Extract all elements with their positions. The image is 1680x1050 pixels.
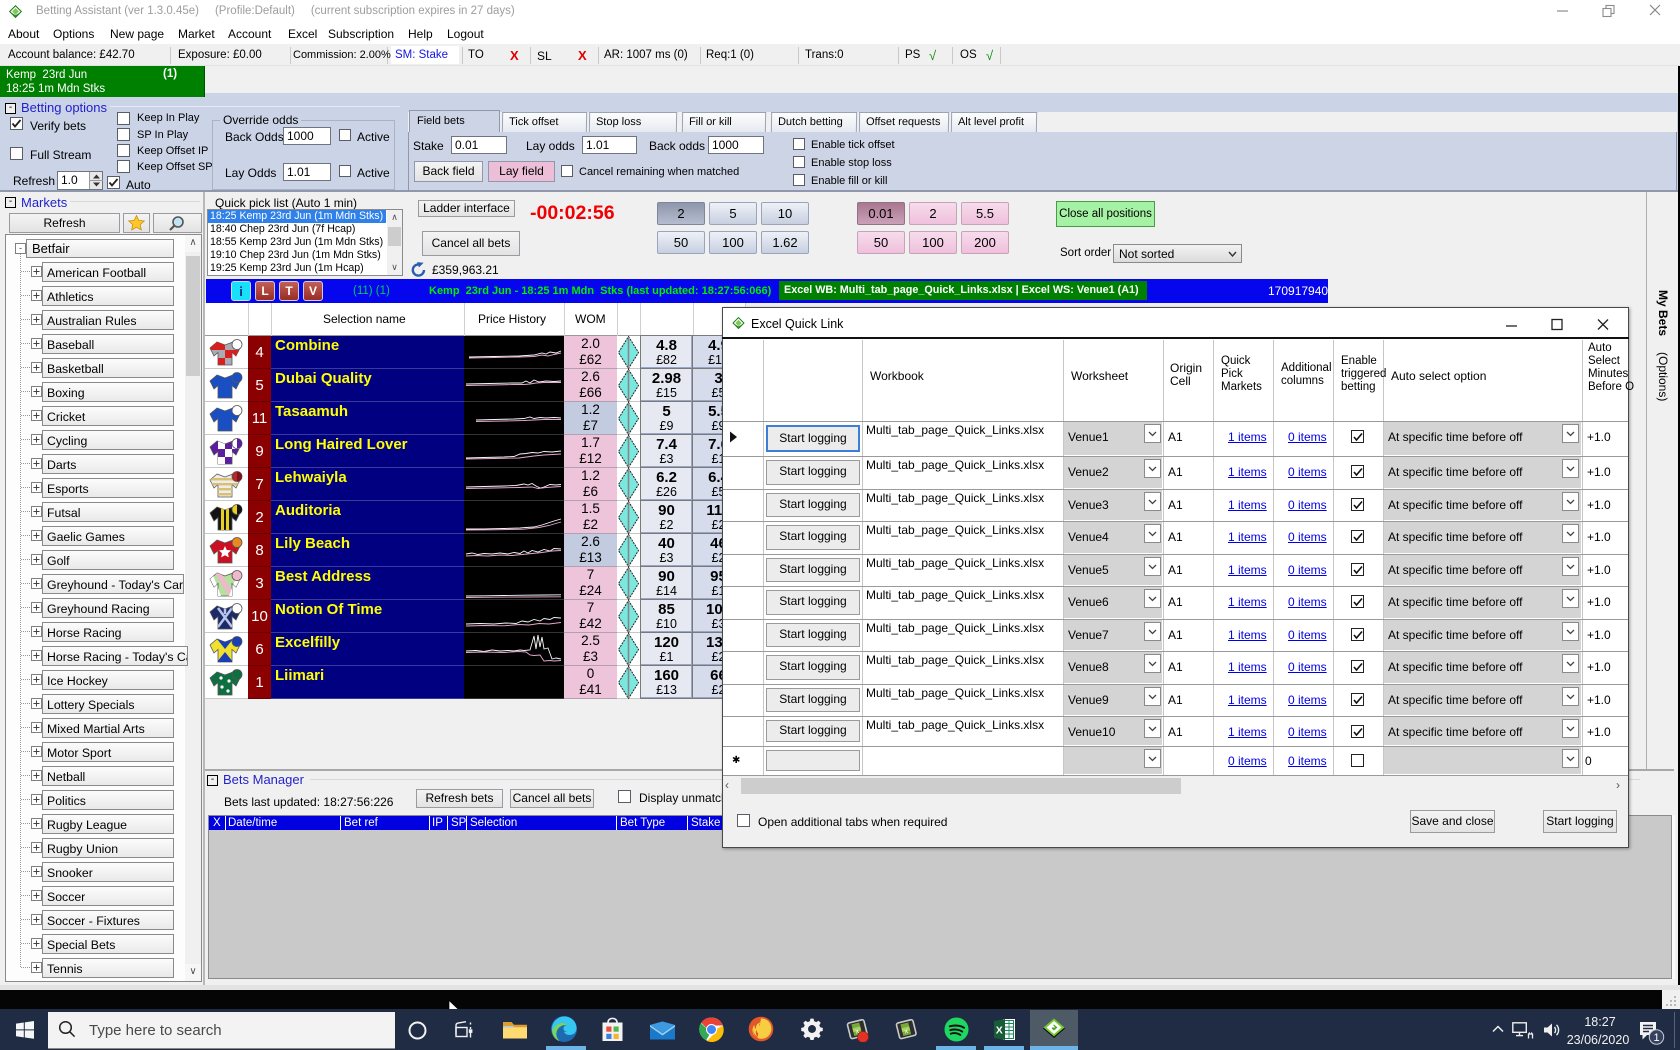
svg-text:X: X — [996, 1025, 1003, 1037]
svg-text:1: 1 — [1653, 1032, 1659, 1044]
